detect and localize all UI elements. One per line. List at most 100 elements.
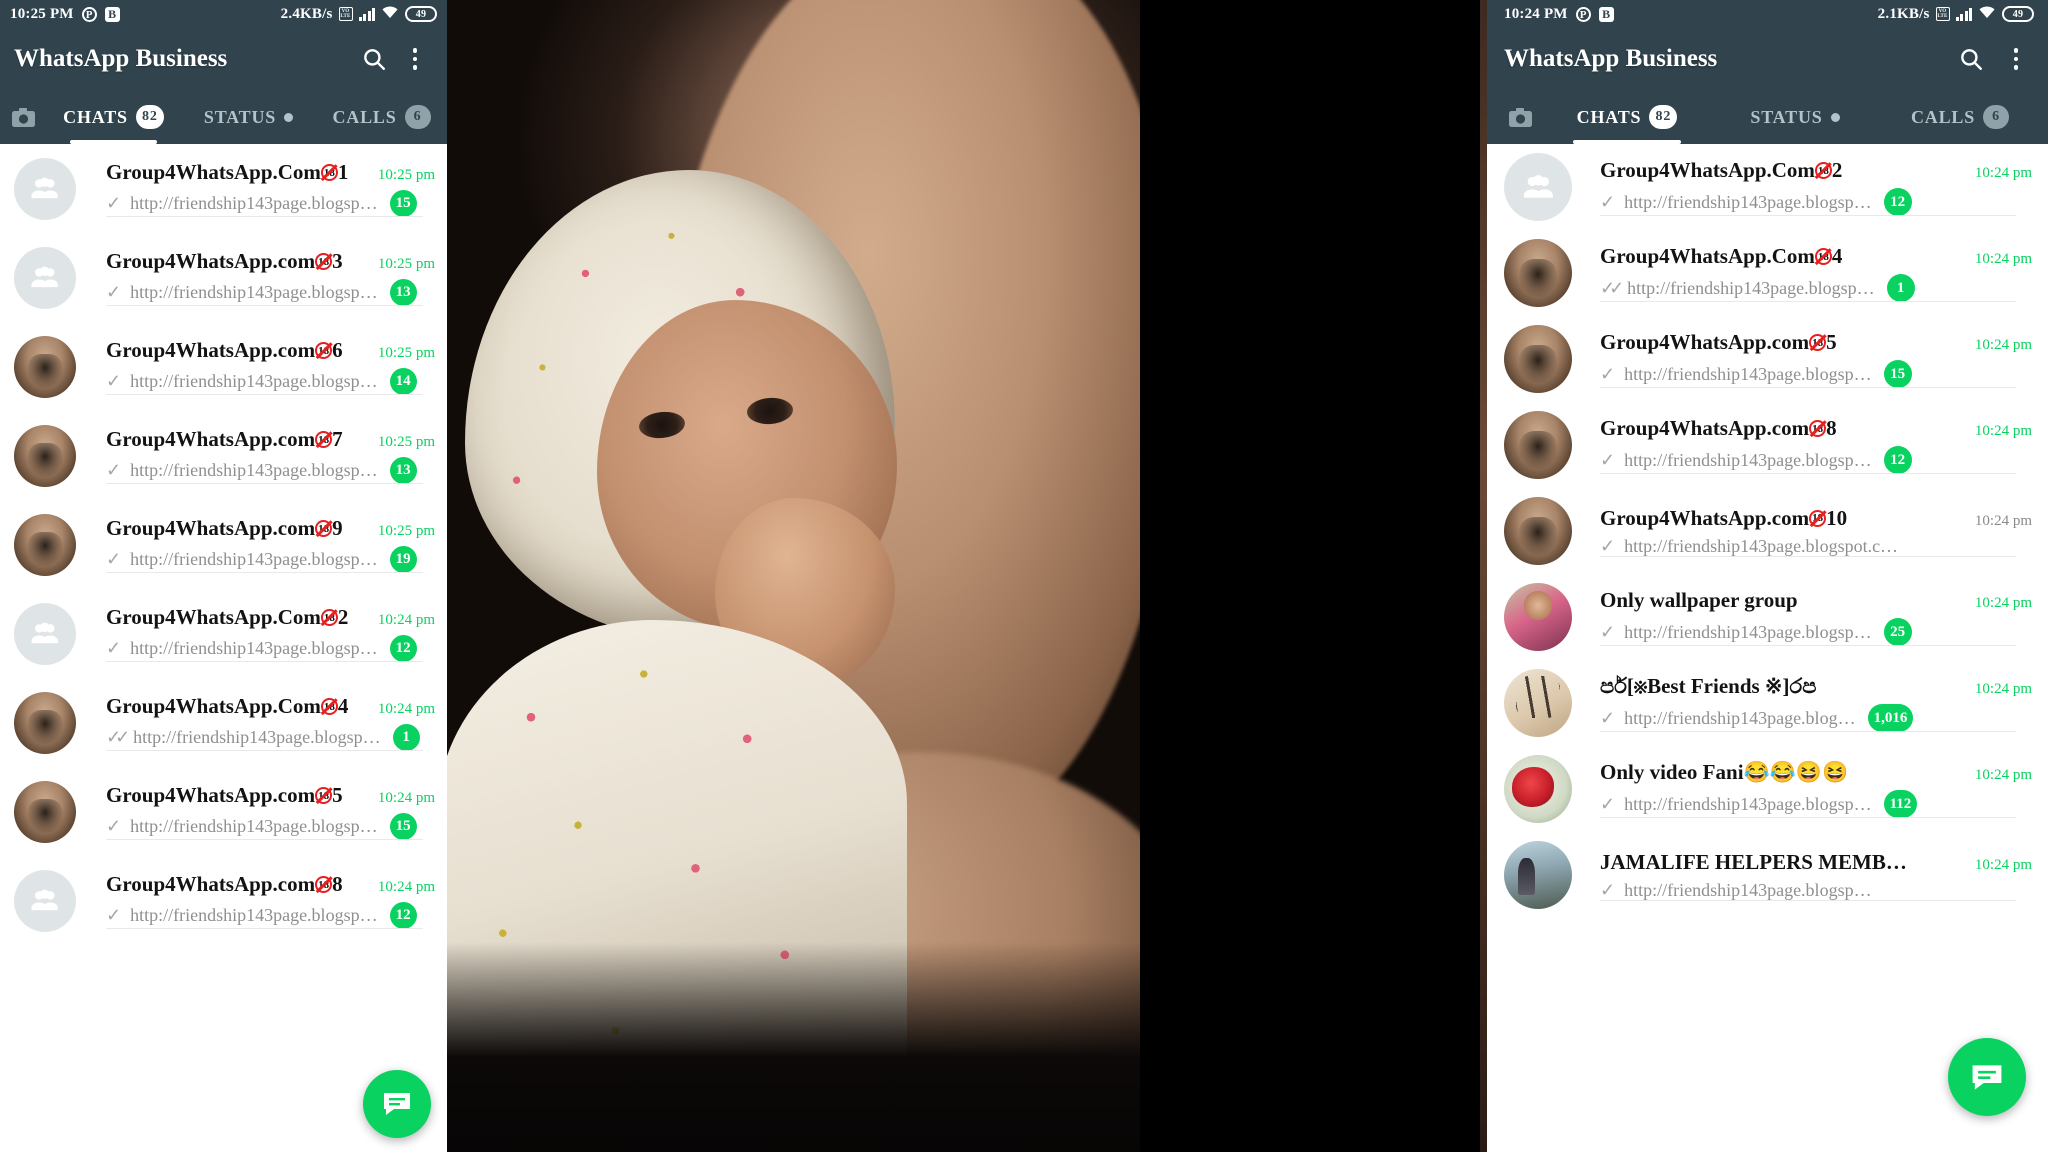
chat-row-content: Group4WhatsApp.com187 10:25 pm ✓ http://fri…	[106, 427, 435, 484]
row-divider	[106, 572, 423, 573]
chat-last-message: http://friendship143page.blogspot.c…	[1624, 535, 1899, 556]
row-divider	[106, 216, 423, 217]
chat-list-item[interactable]: පර්[※Best Friends ※]රප 10:24 pm ✓ http://fr…	[1480, 660, 2048, 746]
tab-status-dot-icon	[284, 112, 294, 122]
single-check-icon: ✓	[1600, 363, 1616, 384]
chat-name: Group4WhatsApp.com183	[106, 249, 343, 273]
more-vertical-icon[interactable]	[1998, 36, 2034, 82]
chat-row-content: Group4WhatsApp.com186 10:25 pm ✓ http://fri…	[106, 338, 435, 395]
chat-list-item[interactable]: JAMALIFE HELPERS MEMB… 10:24 pm ✓ http://fr…	[1480, 832, 2048, 918]
chat-avatar[interactable]	[14, 602, 76, 665]
chat-list-item[interactable]: Group4WhatsApp.com186 10:25 pm ✓ http://fri…	[0, 322, 447, 411]
chat-timestamp: 10:24 pm	[1974, 423, 2032, 439]
tab-chats[interactable]: CHATS 82	[46, 90, 181, 144]
chat-timestamp: 10:25 pm	[377, 523, 435, 539]
chat-list-item[interactable]: Group4WhatsApp.Com184 10:24 pm ✓✓http://fr…	[1480, 230, 2048, 316]
tab-status[interactable]: STATUS	[181, 90, 316, 144]
chat-row-content: Group4WhatsApp.com183 10:25 pm ✓ http://fri…	[106, 249, 435, 306]
status-time: 10:24 PM	[1504, 5, 1568, 22]
more-vertical-icon[interactable]	[397, 36, 433, 82]
right-chat-list[interactable]: Group4WhatsApp.Com182 10:24 pm ✓ http://fri…	[1480, 144, 2048, 1152]
single-check-icon: ✓	[106, 371, 122, 391]
single-check-icon: ✓	[106, 549, 122, 569]
chat-avatar[interactable]	[1504, 583, 1572, 651]
chat-avatar[interactable]	[1504, 497, 1572, 565]
chat-list-item[interactable]: Group4WhatsApp.com188 10:24 pm ✓ http://fri…	[1480, 402, 2048, 488]
chat-avatar[interactable]	[14, 780, 76, 843]
chat-avatar[interactable]	[1504, 239, 1572, 307]
chat-list-item[interactable]: Group4WhatsApp.com187 10:25 pm ✓ http://fri…	[0, 411, 447, 500]
chat-list-item[interactable]: Group4WhatsApp.com185 10:24 pm ✓ http://fri…	[0, 767, 447, 856]
chat-list-item[interactable]: Group4WhatsApp.Com184 10:24 pm ✓✓http://fr…	[0, 678, 447, 767]
left-app-bar: WhatsApp Business	[0, 28, 447, 90]
chat-row-content: Group4WhatsApp.com1810 10:24 pm ✓ http://fr…	[1600, 506, 2032, 557]
chat-row-content: Group4WhatsApp.Com182 10:24 pm ✓ http://fri…	[106, 605, 435, 662]
chat-last-message: http://friendship143page.blogsp…	[130, 282, 378, 302]
tab-chats[interactable]: CHATS 82	[1543, 90, 1711, 144]
chat-avatar[interactable]	[14, 246, 76, 309]
unread-count-badge: 25	[1883, 618, 1912, 646]
single-check-icon: ✓	[1600, 707, 1616, 728]
age-restriction-18-icon: 18	[1814, 162, 1832, 179]
tab-status[interactable]: STATUS	[1711, 90, 1879, 144]
age-restriction-18-icon: 18	[320, 609, 338, 626]
chat-name: Group4WhatsApp.Com181	[106, 160, 349, 184]
chat-avatar[interactable]	[1504, 411, 1572, 479]
chat-row-preview: ✓ http://friendship143page.blogspot.c…	[1600, 536, 2032, 557]
tab-calls[interactable]: CALLS 6	[1879, 90, 2041, 144]
chat-list-item[interactable]: Group4WhatsApp.com189 10:25 pm ✓ http://fri…	[0, 500, 447, 589]
unread-count-badge: 1,016	[1867, 704, 1914, 732]
chat-last-message: http://friendship143page.blogsp…	[130, 460, 378, 480]
chat-name: පර්[※Best Friends ※]රප	[1600, 674, 1817, 698]
tab-camera[interactable]	[1497, 90, 1543, 144]
chat-row-header: Group4WhatsApp.com186 10:25 pm	[106, 338, 435, 363]
chat-list-item[interactable]: Only wallpaper group 10:24 pm ✓ http://frie…	[1480, 574, 2048, 660]
tab-calls-label: CALLS	[1910, 106, 1976, 127]
tab-chats-label: CHATS	[1576, 106, 1642, 127]
tab-calls[interactable]: CALLS 6	[316, 90, 447, 144]
chat-avatar[interactable]	[1504, 153, 1572, 221]
screenshot-canvas: 10:25 PM P B 2.4KB/s VO LTE 49 WhatsApp B…	[0, 0, 2048, 1152]
chat-row-preview: ✓ http://friendship143page.blogsp… 15	[106, 190, 435, 217]
chat-list-item[interactable]: Group4WhatsApp.com188 10:24 pm ✓ http://fri…	[0, 856, 447, 945]
double-check-icon: ✓✓	[1600, 277, 1624, 298]
chat-avatar[interactable]	[14, 335, 76, 398]
chat-list-item[interactable]: Group4WhatsApp.Com182 10:24 pm ✓ http://fri…	[0, 589, 447, 678]
tab-camera[interactable]	[0, 90, 46, 144]
single-check-icon: ✓	[106, 460, 122, 480]
wifi-icon	[1978, 5, 1996, 24]
chat-avatar[interactable]	[14, 691, 76, 754]
chat-avatar[interactable]	[14, 869, 76, 932]
chat-row-preview: ✓ http://friendship143page.blogsp… 12	[106, 635, 435, 662]
left-chat-list[interactable]: Group4WhatsApp.Com181 10:25 pm ✓ http://fri…	[0, 144, 447, 1152]
new-chat-icon	[384, 1093, 410, 1115]
chat-list-item[interactable]: Group4WhatsApp.com185 10:24 pm ✓ http://fri…	[1480, 316, 2048, 402]
chat-row-preview: ✓ http://friendship143page.blogsp… 112	[1600, 790, 2032, 818]
chat-avatar[interactable]	[1504, 841, 1572, 909]
chat-name: Group4WhatsApp.com186	[106, 338, 343, 362]
chat-avatar[interactable]	[14, 424, 76, 487]
chat-row-header: Group4WhatsApp.com189 10:25 pm	[106, 516, 435, 541]
chat-list-item[interactable]: Group4WhatsApp.com183 10:25 pm ✓ http://fri…	[0, 233, 447, 322]
search-icon[interactable]	[351, 36, 397, 82]
new-chat-fab[interactable]	[1948, 1038, 2026, 1116]
chat-avatar[interactable]	[14, 157, 76, 220]
chat-avatar[interactable]	[1504, 755, 1572, 823]
chat-avatar[interactable]	[1504, 669, 1572, 737]
chat-name: Group4WhatsApp.com185	[1600, 330, 1837, 354]
photo-vignette	[447, 942, 1140, 1152]
chat-list-item[interactable]: Group4WhatsApp.Com181 10:25 pm ✓ http://fri…	[0, 144, 447, 233]
right-app-bar: WhatsApp Business	[1480, 28, 2048, 90]
chat-list-item[interactable]: Group4WhatsApp.com1810 10:24 pm ✓ http://fr…	[1480, 488, 2048, 574]
chat-avatar[interactable]	[1504, 325, 1572, 393]
age-restriction-18-icon: 18	[315, 876, 333, 893]
single-check-icon: ✓	[106, 638, 122, 658]
chat-row-preview: ✓ http://friendship143page.blogsp… 13	[106, 457, 435, 484]
center-photo-panel	[447, 0, 1140, 1152]
new-chat-fab[interactable]	[363, 1070, 431, 1138]
search-icon[interactable]	[1944, 36, 1998, 82]
chat-name: Group4WhatsApp.Com182	[106, 605, 349, 629]
chat-avatar[interactable]	[14, 513, 76, 576]
chat-list-item[interactable]: Only video Fani😂😂😆😆 10:24 pm ✓ http://frien…	[1480, 746, 2048, 832]
chat-list-item[interactable]: Group4WhatsApp.Com182 10:24 pm ✓ http://fri…	[1480, 144, 2048, 230]
